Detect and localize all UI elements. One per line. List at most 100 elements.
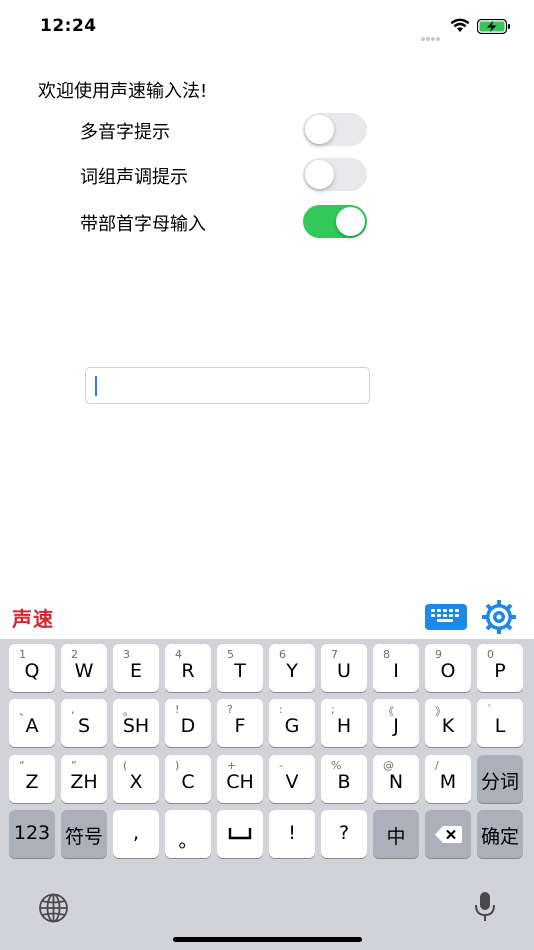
question-key[interactable]: ? [321,810,367,858]
gear-icon[interactable] [482,600,516,634]
space-key[interactable] [217,810,263,858]
backspace-icon [435,826,462,843]
key-ch[interactable]: + CH [217,755,263,803]
key-i[interactable]: 8I [373,644,419,692]
status-time: 12:24 [40,16,97,36]
key-a[interactable]: 、 A [9,699,55,747]
setting-row-polyphone-hint: 多音字提示 [80,113,370,147]
key-label: J [393,715,399,737]
key-label: C [181,771,195,793]
polyphone-hint-toggle[interactable] [303,113,367,146]
setting-row-tone-hint: 词组声调提示 [80,158,370,192]
delete-key[interactable] [425,810,471,858]
key-z[interactable]: “Z [9,755,55,803]
chinese-toggle-key[interactable]: 中 [373,810,419,858]
keyboard-toolbar: 声速 [0,592,534,639]
key-label: K [441,715,455,737]
key-sh[interactable]: 。 SH [113,699,159,747]
key-label: 中 [386,826,406,848]
confirm-key[interactable]: 确定 [477,810,523,858]
key-label: Y [286,660,298,682]
tone-hint-toggle[interactable] [303,158,367,191]
setting-label: 带部首字母输入 [80,214,206,235]
key-f[interactable]: ? F [217,699,263,747]
key-s[interactable]: ,S [61,699,107,747]
key-q[interactable]: 1Q [9,644,55,692]
key-x[interactable]: (X [113,755,159,803]
key-label: A [25,715,39,737]
status-bar: 12:24 [0,0,534,52]
key-y[interactable]: 6Y [269,644,315,692]
key-t[interactable]: 5T [217,644,263,692]
key-n[interactable]: @ N [373,755,419,803]
microphone-icon[interactable] [474,891,496,923]
key-label: X [129,771,143,793]
space-icon [228,828,252,840]
key-label: L [494,715,506,737]
key-label: Q [24,660,40,682]
key-l[interactable]: ` L [477,699,523,747]
key-label: O [440,660,456,682]
key-label: V [285,771,299,793]
key-label: E [129,660,142,682]
key-label: SH [122,715,150,737]
keyboard-brand-logo: 声速 [12,607,54,631]
key-label: , [132,822,140,844]
key-label: D [180,715,196,737]
key-o[interactable]: 9O [425,644,471,692]
key-label: I [393,660,399,682]
numbers-key[interactable]: 123 [9,810,55,858]
key-r[interactable]: 4R [165,644,211,692]
comma-key[interactable]: , [113,810,159,858]
key-label: S [77,715,91,737]
key-label: CH [226,771,254,793]
key-e[interactable]: 3E [113,644,159,692]
text-caret [95,376,97,396]
text-input-field[interactable] [85,367,370,404]
key-m[interactable]: / M [425,755,471,803]
key-label: 。 [178,830,198,852]
key-label: H [336,715,352,737]
key-j[interactable]: 《 J [373,699,419,747]
key-p[interactable]: 0P [477,644,523,692]
symbols-key[interactable]: 符号 [61,810,107,858]
key-label: G [284,715,300,737]
key-k[interactable]: 》 K [425,699,471,747]
keyboard-layout-icon[interactable] [425,604,467,630]
key-label: 确定 [480,826,519,848]
key-label: 123 [13,822,51,844]
key-label: T [234,660,246,682]
period-key[interactable]: 。 [165,810,211,858]
key-label: W [74,660,94,682]
key-label: B [337,771,351,793]
home-indicator [173,937,362,942]
key-label: N [388,771,404,793]
key-label: M [439,771,457,793]
key-u[interactable]: 7U [321,644,367,692]
globe-icon[interactable] [37,893,70,923]
key-zh[interactable]: ” ZH [61,755,107,803]
key-label: U [337,660,351,682]
key-v[interactable]: -V [269,755,315,803]
key-label: ? [338,822,350,844]
battery-charging-icon [477,19,510,34]
welcome-title: 欢迎使用声速输入法! [38,81,208,102]
split-word-key[interactable]: 分词 [477,755,523,803]
key-label: Z [25,771,39,793]
key-d[interactable]: ! D [165,699,211,747]
key-label: 分词 [480,771,519,793]
key-g[interactable]: :G [269,699,315,747]
key-c[interactable]: ) C [165,755,211,803]
key-b[interactable]: % B [321,755,367,803]
setting-label: 词组声调提示 [80,167,188,188]
key-h[interactable]: ; H [321,699,367,747]
exclamation-key[interactable]: ! [269,810,315,858]
key-label: ZH [70,771,98,793]
key-label: P [494,660,506,682]
radical-input-toggle[interactable] [303,205,367,238]
key-label: F [234,715,246,737]
key-label: ! [288,822,296,844]
setting-label: 多音字提示 [80,122,170,143]
key-w[interactable]: 2W [61,644,107,692]
wifi-icon [450,18,470,32]
